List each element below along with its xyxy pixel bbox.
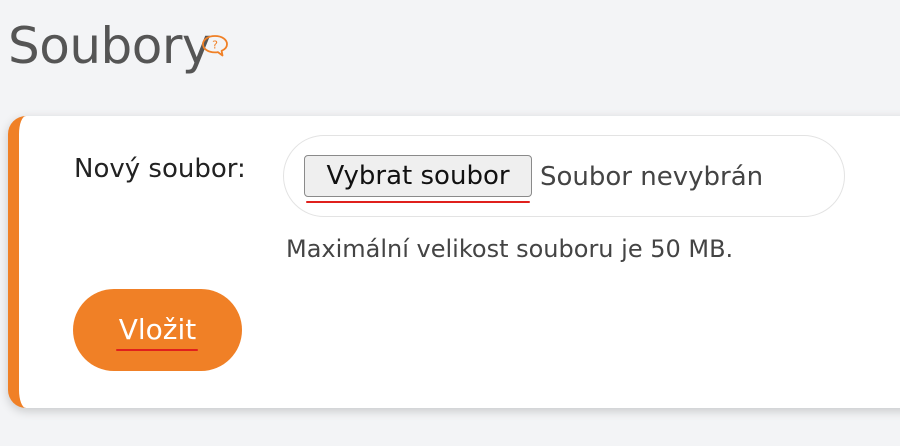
choose-file-annotation-underline bbox=[306, 201, 530, 203]
page-title: Soubory bbox=[8, 17, 212, 75]
file-status-text: Soubor nevybrán bbox=[540, 162, 764, 192]
new-file-label: Nový soubor: bbox=[74, 154, 246, 184]
max-file-size-hint: Maximální velikost souboru je 50 MB. bbox=[286, 235, 734, 263]
insert-annotation-underline bbox=[116, 349, 198, 351]
insert-button[interactable]: Vložit bbox=[73, 289, 242, 371]
svg-text:?: ? bbox=[212, 39, 218, 52]
help-icon[interactable]: ? bbox=[201, 34, 229, 58]
choose-file-button[interactable]: Vybrat soubor bbox=[304, 155, 532, 197]
